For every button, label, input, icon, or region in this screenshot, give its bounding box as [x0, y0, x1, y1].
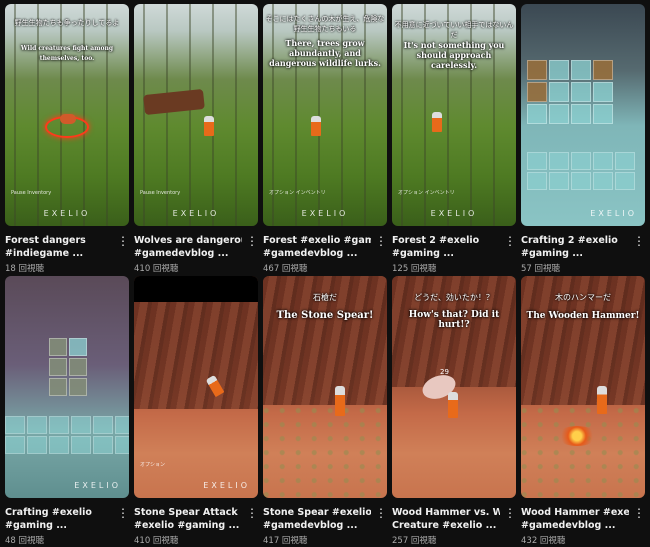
more-vert-icon[interactable]: ⋮ [375, 506, 387, 520]
thumbnail-caption-jp: 石槍だ [313, 293, 337, 302]
more-vert-icon[interactable]: ⋮ [117, 234, 129, 248]
canyon-cliff [134, 302, 258, 409]
creature-sprite [60, 114, 76, 124]
player-character [448, 392, 458, 418]
more-vert-icon[interactable]: ⋮ [633, 234, 645, 248]
player-character [432, 112, 442, 132]
thumbnail-caption-en: The Wooden Hammer! [526, 311, 640, 321]
thumbnail-caption-jp: 野生生物たちも争ったりしてるよ [14, 19, 120, 27]
hud-controls: オプション インベントリ [398, 190, 455, 196]
game-logo: EXELIO [590, 209, 637, 218]
video-card[interactable]: オプション EXELIO ⋮ Stone Spear Attack #exeli… [134, 276, 258, 546]
hud-controls: Pause Inventory [11, 190, 52, 196]
video-thumbnail[interactable]: 野生生物たちも争ったりしてるよ Wild creatures fight amo… [5, 4, 129, 226]
more-vert-icon[interactable]: ⋮ [246, 234, 258, 248]
player-character [335, 386, 345, 416]
dirt-ridge [143, 88, 205, 116]
thumbnail-caption-jp: そこにはたくさんの木が生え、危険な野生生物たちもいる [265, 15, 385, 33]
inventory-grid [527, 60, 613, 124]
more-vert-icon[interactable]: ⋮ [504, 506, 516, 520]
video-card[interactable]: EXELIO ⋮ Crafting 2 #exelio #gaming ... … [521, 4, 645, 274]
view-count: 125 回視聴 [392, 264, 437, 274]
video-card[interactable]: 不用意に近づいていい相手ではないんだ It's not something yo… [392, 4, 516, 274]
video-thumbnail[interactable]: オプション EXELIO [134, 276, 258, 498]
view-count: 48 回視聴 [5, 536, 45, 546]
thumbnail-caption-en: It's not something you should approach c… [403, 40, 505, 70]
video-thumbnail[interactable]: 木のハンマーだ The Wooden Hammer! [521, 276, 645, 498]
game-logo: EXELIO [430, 209, 478, 218]
view-count: 432 回視聴 [521, 536, 566, 546]
more-vert-icon[interactable]: ⋮ [117, 506, 129, 520]
video-thumbnail[interactable]: 不用意に近づいていい相手ではないんだ It's not something yo… [392, 4, 516, 226]
game-logo: EXELIO [172, 209, 220, 218]
video-card[interactable]: EXELIO ⋮ Crafting #exelio #gaming ... 48… [5, 276, 129, 546]
more-vert-icon[interactable]: ⋮ [504, 234, 516, 248]
view-count: 410 回視聴 [134, 536, 179, 546]
video-thumbnail[interactable]: 石槍だ The Stone Spear! [263, 276, 387, 498]
video-title[interactable]: Forest 2 #exelio #gaming ... [392, 234, 500, 260]
player-character [311, 116, 321, 136]
video-title[interactable]: Crafting 2 #exelio #gaming ... [521, 234, 629, 260]
video-title[interactable]: Wood Hammer vs. Wild Creature #exelio ..… [392, 506, 500, 532]
game-logo: EXELIO [43, 209, 91, 218]
more-vert-icon[interactable]: ⋮ [375, 234, 387, 248]
video-title[interactable]: Stone Spear Attack #exelio #gaming ... [134, 506, 242, 532]
video-card[interactable]: どうだ、効いたか！？ How's that? Did it hurt!? 29 … [392, 276, 516, 546]
crafting-grid [527, 152, 635, 190]
shorts-grid: 野生生物たちも争ったりしてるよ Wild creatures fight amo… [0, 0, 650, 546]
view-count: 257 回視聴 [392, 536, 437, 546]
hud-controls: オプション インベントリ [269, 190, 326, 196]
view-count: 410 回視聴 [134, 264, 179, 274]
video-title[interactable]: Crafting #exelio #gaming ... [5, 506, 113, 532]
game-logo: EXELIO [203, 481, 250, 490]
thumbnail-caption-en: The Stone Spear! [276, 310, 374, 321]
player-character [204, 116, 214, 136]
video-title[interactable]: Stone Spear #exelio #gamedevblog ... [263, 506, 371, 532]
view-count: 57 回視聴 [521, 264, 561, 274]
video-card[interactable]: そこにはたくさんの木が生え、危険な野生生物たちもいる There, trees … [263, 4, 387, 274]
view-count: 467 回視聴 [263, 264, 308, 274]
crafting-grid [5, 416, 129, 454]
video-thumbnail[interactable]: EXELIO [521, 4, 645, 226]
video-thumbnail[interactable]: どうだ、効いたか！？ How's that? Did it hurt!? 29 [392, 276, 516, 498]
video-title[interactable]: Wolves are dangerous. #gamedevblog ... [134, 234, 242, 260]
ground-grass [263, 404, 387, 498]
video-title[interactable]: Forest #exelio #gaming #gamedevblog ... [263, 234, 371, 260]
video-title[interactable]: Wood Hammer #exelio #gamedevblog ... [521, 506, 629, 532]
thumbnail-caption-en: Wild creatures fight among themselves, t… [20, 45, 114, 62]
thumbnail-caption-en: How's that? Did it hurt!? [408, 310, 500, 330]
thumbnail-caption-jp: 不用意に近づいていい相手ではないんだ [394, 21, 514, 39]
video-card[interactable]: 野生生物たちも争ったりしてるよ Wild creatures fight amo… [5, 4, 129, 274]
thumbnail-caption-jp: 木のハンマーだ [555, 293, 611, 302]
game-logo: EXELIO [74, 481, 121, 490]
ground-grass [521, 404, 645, 498]
thumbnail-caption-en: There, trees grow abundantly, and danger… [269, 38, 381, 68]
video-card[interactable]: Pause Inventory EXELIO ⋮ Wolves are dang… [134, 4, 258, 274]
hud-controls: Pause Inventory [140, 190, 181, 196]
view-count: 18 回視聴 [5, 264, 45, 274]
player-character [597, 386, 607, 414]
video-card[interactable]: 石槍だ The Stone Spear! ⋮ Stone Spear #exel… [263, 276, 387, 546]
view-count: 417 回視聴 [263, 536, 308, 546]
video-card[interactable]: 木のハンマーだ The Wooden Hammer! ⋮ Wood Hammer… [521, 276, 645, 546]
more-vert-icon[interactable]: ⋮ [246, 506, 258, 520]
thumbnail-caption-jp: どうだ、効いたか！？ [414, 293, 494, 302]
game-logo: EXELIO [301, 209, 349, 218]
video-thumbnail[interactable]: そこにはたくさんの木が生え、危険な野生生物たちもいる There, trees … [263, 4, 387, 226]
more-vert-icon[interactable]: ⋮ [633, 506, 645, 520]
impact-effect [557, 426, 597, 446]
video-thumbnail[interactable]: Pause Inventory EXELIO [134, 4, 258, 226]
letterbox-bar [134, 276, 258, 302]
inventory-grid [49, 338, 87, 396]
hud-controls: オプション [140, 462, 166, 468]
video-title[interactable]: Forest dangers #indiegame ... [5, 234, 113, 260]
video-thumbnail[interactable]: EXELIO [5, 276, 129, 498]
